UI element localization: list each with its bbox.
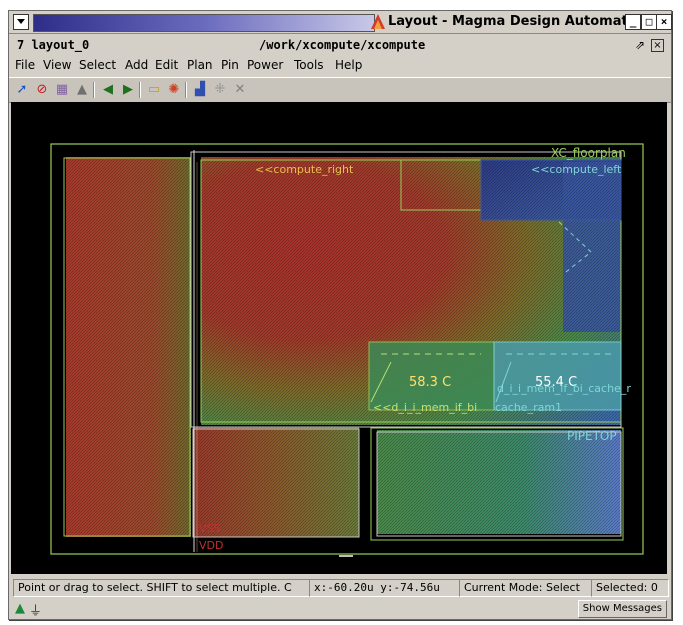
menu-plan[interactable]: Plan (187, 58, 213, 72)
select-area-icon[interactable]: ▦ (53, 82, 71, 98)
route-icon[interactable]: ▟ (191, 82, 209, 98)
heat-icon[interactable]: ✺ (165, 82, 183, 98)
window-menu-button[interactable] (13, 14, 29, 30)
pipetop-label: PIPETOP (567, 429, 617, 443)
undock-icon[interactable]: ⇗ (635, 38, 645, 52)
menu-power[interactable]: Power (247, 58, 283, 72)
close-button[interactable]: × (656, 14, 672, 30)
layout-canvas[interactable]: XC_floorplan <<compute_right <<compute_l… (11, 102, 667, 574)
move-icon[interactable]: ▲ (73, 82, 91, 98)
layout-window: Layout - Magma Design Automation _ □ × 7… (8, 10, 672, 620)
menu-help[interactable]: Help (335, 58, 362, 72)
mem-label-right: d_i_i_mem_if_bi_cache_r (497, 382, 631, 395)
title-bar: Layout - Magma Design Automation _ □ × (9, 11, 672, 34)
design-path: /work/xcompute/xcompute (259, 38, 426, 52)
magma-logo-icon (371, 14, 385, 29)
minimize-button[interactable]: _ (625, 14, 641, 30)
menu-pin[interactable]: Pin (221, 58, 239, 72)
menu-bar: File View Select Add Edit Plan Pin Power… (9, 55, 671, 75)
mem-label-mid: cache_ram1 (495, 401, 562, 414)
vss-label: VSS (199, 522, 221, 535)
status-coords: x:-60.20u y:-74.56u (309, 579, 460, 597)
show-messages-button[interactable]: Show Messages (577, 600, 667, 618)
menu-add[interactable]: Add (125, 58, 148, 72)
status-hint: Point or drag to select. SHIFT to select… (13, 579, 311, 597)
bottom-bar: ▲ ⏚ Show Messages (9, 598, 671, 619)
menu-file[interactable]: File (15, 58, 35, 72)
no-select-icon[interactable]: ⊘ (33, 82, 51, 98)
toolbar: ➚ ⊘ ▦ ▲ ◀ ▶ ▭ ✺ ▟ ⁜ ✕ (9, 77, 671, 103)
window-title: Layout - Magma Design Automation (388, 14, 651, 29)
maximize-button[interactable]: □ (641, 14, 657, 30)
status-selected: Selected: 0 (591, 579, 669, 597)
vdd-label: VDD (199, 539, 223, 552)
title-drag-area[interactable] (33, 14, 375, 32)
temp-left-label: 58.3 C (409, 375, 451, 390)
compute-left-label: <<compute_left (531, 163, 622, 176)
next-icon[interactable]: ▶ (119, 82, 137, 98)
status-bar: Point or drag to select. SHIFT to select… (9, 577, 671, 597)
delete-icon[interactable]: ✕ (231, 82, 249, 98)
plug-icon: ⏚ (29, 604, 43, 619)
layout-name: 7 layout_0 (17, 38, 90, 52)
menu-tools[interactable]: Tools (294, 58, 324, 72)
compute-right-label: <<compute_right (255, 163, 354, 176)
floorplan-label: XC_floorplan (551, 146, 626, 160)
layout-header: 7 layout_0 /work/xcompute/xcompute ⇗ × (9, 35, 671, 55)
panel-close-icon[interactable]: × (651, 39, 664, 52)
mem-label-left: <<d_i_i_mem_if_bi (373, 401, 477, 414)
select-arrow-icon[interactable]: ➚ (13, 82, 31, 98)
status-ok-icon: ▲ (15, 601, 25, 616)
menu-select[interactable]: Select (79, 58, 116, 72)
snap-icon[interactable]: ⁜ (211, 82, 229, 98)
prev-icon[interactable]: ◀ (99, 82, 117, 98)
floorplan-view[interactable]: XC_floorplan <<compute_right <<compute_l… (11, 102, 667, 574)
status-mode: Current Mode: Select (459, 579, 593, 597)
menu-edit[interactable]: Edit (155, 58, 178, 72)
ruler-icon[interactable]: ▭ (145, 82, 163, 98)
menu-view[interactable]: View (43, 58, 71, 72)
